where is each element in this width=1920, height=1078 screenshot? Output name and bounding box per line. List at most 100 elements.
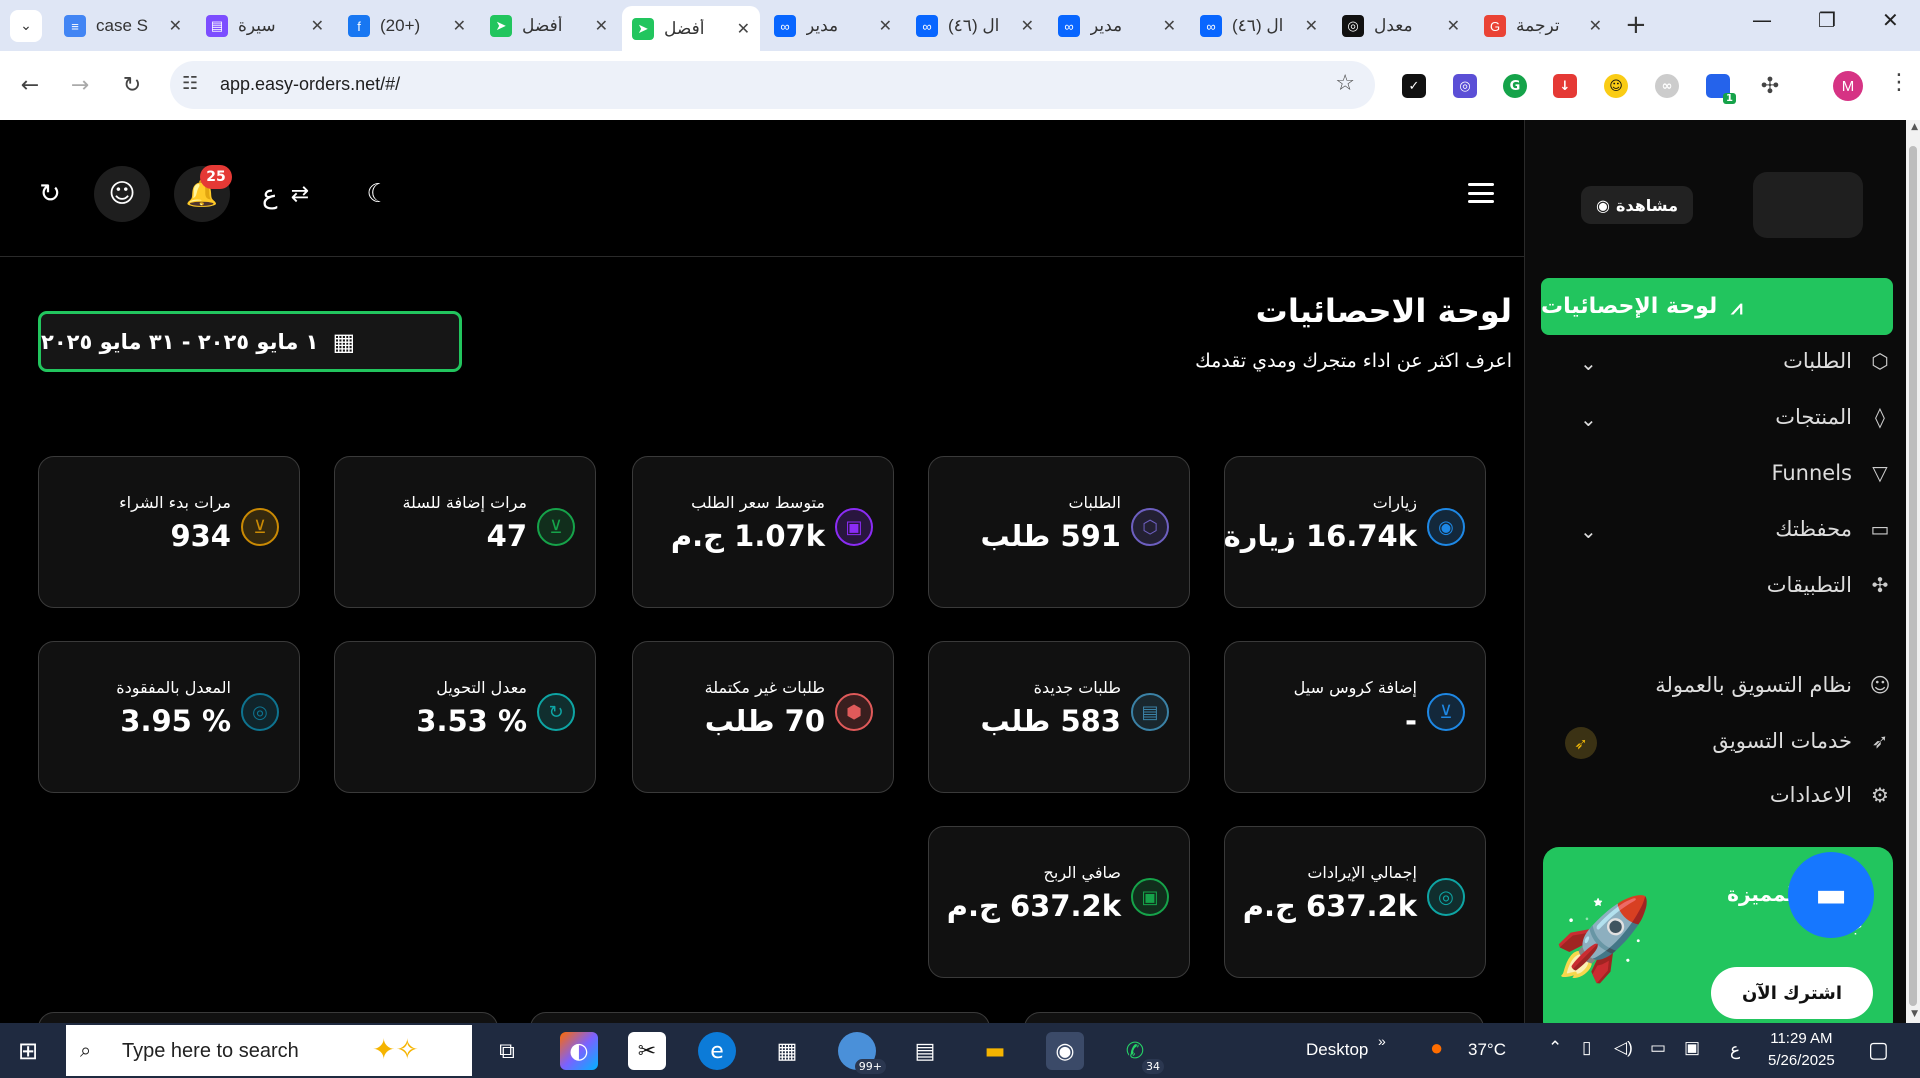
stat-card: ⊻ مرات إضافة للسلة 47 [334, 456, 596, 608]
browser-tab[interactable]: ➤ أفضل ✕ [622, 6, 760, 51]
browser-menu-icon[interactable]: ⋮ [1888, 70, 1910, 95]
sidebar-item[interactable]: ➶ خدمات التسويق [1712, 729, 1892, 753]
tab-search-button[interactable]: ⌄ [10, 10, 42, 42]
input-language[interactable]: ع [1730, 1040, 1740, 1060]
tab-close-icon[interactable]: ✕ [595, 16, 608, 36]
task-view-icon[interactable]: ⧉ [488, 1032, 526, 1070]
menu-toggle-icon[interactable] [1468, 183, 1494, 203]
tab-title: أفضل [522, 16, 563, 35]
extensions-puzzle-icon[interactable]: ✣ [1758, 74, 1782, 99]
browser-tab[interactable]: ➤ أفضل ✕ [480, 8, 618, 44]
reload-button[interactable]: ↻ [114, 67, 150, 103]
scroll-up-arrow[interactable]: ▲ [1911, 122, 1918, 132]
view-store-button[interactable]: مشاهدة ◉ [1581, 186, 1693, 224]
browser-tab[interactable]: ∞ مدير ✕ [764, 8, 902, 44]
volume-icon[interactable]: ◁) [1614, 1038, 1633, 1058]
link-extension-icon[interactable]: ∞ [1655, 74, 1679, 98]
browser-tab[interactable]: ▤ سيرة ✕ [196, 8, 334, 44]
temperature[interactable]: 37°C [1468, 1040, 1506, 1060]
tab-close-icon[interactable]: ✕ [169, 16, 182, 36]
toolbar-expand-icon[interactable]: » [1378, 1033, 1386, 1049]
browser-tab[interactable]: f (20+) ✕ [338, 8, 476, 44]
browser-tab[interactable]: ∞ (٤٦) ال ✕ [906, 8, 1044, 44]
file-explorer-icon[interactable]: ▬ [976, 1032, 1014, 1070]
sidebar-item[interactable]: ▽ Funnels [1771, 461, 1892, 485]
sidebar-item-dashboard[interactable]: ⩘ لوحة الإحصائيات [1541, 278, 1893, 335]
refresh-icon[interactable]: ↻ [22, 166, 78, 222]
close-window-button[interactable]: ✕ [1882, 8, 1899, 32]
tab-close-icon[interactable]: ✕ [453, 16, 466, 36]
store-icon[interactable]: ▦ [768, 1032, 806, 1070]
tab-close-icon[interactable]: ✕ [1589, 16, 1602, 36]
stat-value: - [1404, 704, 1417, 738]
address-bar[interactable]: ☷ app.easy-orders.net/#/ ☆ [170, 61, 1375, 109]
chevron-down-icon[interactable]: ⌄ [1580, 407, 1597, 431]
tab-close-icon[interactable]: ✕ [1447, 16, 1460, 36]
scroll-down-arrow[interactable]: ▼ [1911, 1009, 1918, 1019]
chrome-icon[interactable]: ◉ [1046, 1032, 1084, 1070]
snapchat-extension-icon[interactable]: ☺ [1604, 74, 1628, 98]
sidebar-item[interactable]: ⚙ الاعدادات [1770, 783, 1892, 807]
back-button[interactable]: ← [12, 67, 48, 103]
forward-button[interactable]: → [62, 67, 98, 103]
tab-close-icon[interactable]: ✕ [1021, 16, 1034, 36]
tray-device-icon[interactable]: ▯ [1582, 1038, 1591, 1058]
calculator-icon[interactable]: ▤ [906, 1032, 944, 1070]
tray-chevron-icon[interactable]: ⌃ [1548, 1038, 1562, 1058]
tab-close-icon[interactable]: ✕ [737, 19, 750, 39]
sidebar-item[interactable]: ☺ نظام التسويق بالعمولة [1655, 673, 1892, 697]
user-profile-icon[interactable]: ☺ [94, 166, 150, 222]
new-tab-button[interactable]: + [1625, 10, 1647, 40]
browser-tab[interactable]: ≡ case S ✕ [54, 8, 192, 44]
sidebar-item-label: خدمات التسويق [1712, 729, 1852, 753]
tab-favicon-icon: ▤ [206, 15, 228, 37]
grammarly-icon[interactable]: G [1503, 74, 1527, 98]
notification-center-icon[interactable]: ▢ [1868, 1037, 1889, 1063]
bookmark-star-icon[interactable]: ☆ [1335, 71, 1355, 96]
target-icon: ◎ [241, 693, 279, 731]
edge-icon[interactable]: e [698, 1032, 736, 1070]
profile-avatar[interactable]: M [1833, 71, 1863, 101]
taskbar-search[interactable]: ⌕ Type here to search ✦✧ [66, 1025, 472, 1076]
restore-button[interactable]: ❐ [1818, 8, 1836, 32]
date-range-picker[interactable]: ▦ ١ مايو ٢٠٢٥ - ٣١ مايو ٢٠٢٥ [38, 311, 462, 372]
desktop-toolbar-label[interactable]: Desktop [1306, 1040, 1368, 1060]
browser-tab[interactable]: ∞ مدير ✕ [1048, 8, 1186, 44]
tab-close-icon[interactable]: ✕ [311, 16, 324, 36]
subscribe-button[interactable]: اشترك الآن [1711, 967, 1873, 1019]
package-icon: ⬢ [835, 693, 873, 731]
tab-close-icon[interactable]: ✕ [879, 16, 892, 36]
browser-tab[interactable]: ◎ معدل ✕ [1332, 8, 1470, 44]
whatsapp-icon[interactable]: ✆ 34 [1116, 1032, 1164, 1074]
translate-icon[interactable]: ⇄ [272, 166, 328, 222]
support-chat-button[interactable]: ▬ [1788, 852, 1874, 938]
browser-tab[interactable]: G ترجمة ✕ [1474, 8, 1612, 44]
network-icon[interactable]: ▣ [1684, 1038, 1700, 1058]
minimize-button[interactable]: — [1752, 8, 1772, 32]
windows-taskbar: ⊞ ⌕ Type here to search ✦✧ ⧉ ◐ ✂ e ▦ 99+… [0, 1023, 1920, 1078]
chevron-down-icon[interactable]: ⌄ [1580, 519, 1597, 543]
tab-close-icon[interactable]: ✕ [1305, 16, 1318, 36]
sidebar-item-label: الاعدادات [1769, 783, 1852, 807]
sidebar-item[interactable]: ✣ التطبيقات [1767, 573, 1892, 597]
tab-close-icon[interactable]: ✕ [1163, 16, 1176, 36]
site-info-icon[interactable]: ☷ [182, 73, 198, 94]
dark-mode-moon-icon[interactable]: ☾ [350, 166, 406, 222]
windows-start-icon[interactable]: ⊞ [18, 1037, 38, 1065]
copilot-icon[interactable]: ◐ [560, 1032, 598, 1070]
chrome-profile-icon[interactable]: 99+ [838, 1032, 886, 1074]
battery-icon[interactable]: ▭ [1650, 1038, 1666, 1058]
sidebar-scrollbar[interactable]: ▲ ▼ [1906, 120, 1920, 1023]
clock[interactable]: 11:29 AM 5/26/2025 [1768, 1028, 1835, 1072]
download-extension-icon[interactable]: ↓ [1553, 74, 1577, 98]
extension-icon[interactable]: ✓ [1402, 74, 1426, 98]
extension-icon[interactable]: 1 [1706, 74, 1736, 104]
extension-icon[interactable]: ◎ [1453, 74, 1477, 98]
sidebar-item[interactable]: ⬡ الطلبات [1783, 349, 1892, 373]
sidebar-item[interactable]: ▭ محفظتك [1775, 517, 1892, 541]
browser-tab[interactable]: ∞ (٤٦) ال ✕ [1190, 8, 1328, 44]
chevron-down-icon[interactable]: ⌄ [1580, 351, 1597, 375]
capcut-icon[interactable]: ✂ [628, 1032, 666, 1070]
scrollbar-thumb[interactable] [1909, 146, 1917, 1006]
sidebar-item[interactable]: ◊ المنتجات [1775, 405, 1892, 429]
